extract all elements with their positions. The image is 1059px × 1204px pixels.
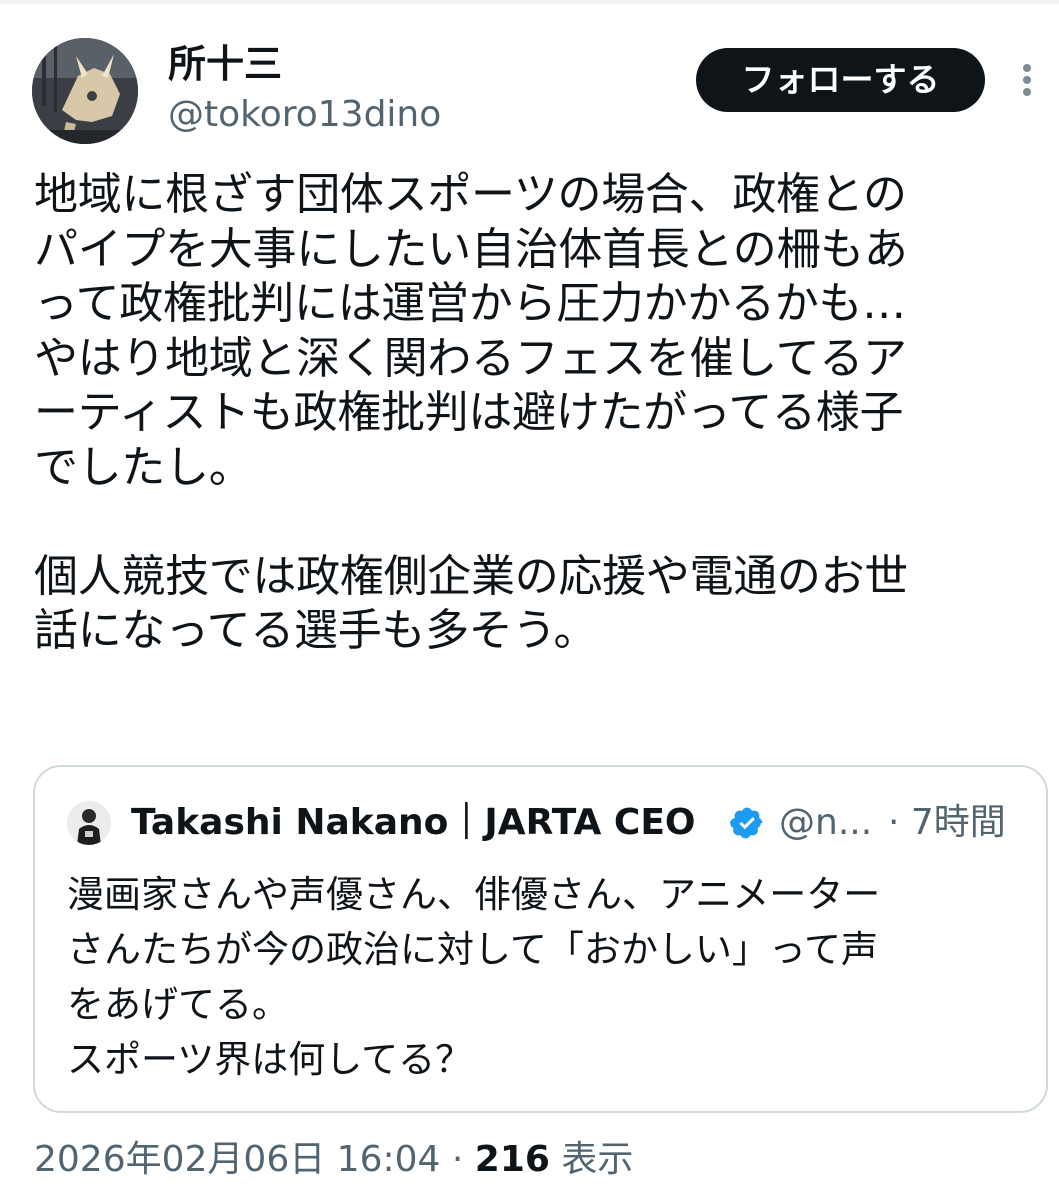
quoted-tweet[interactable]: Takashi Nakano｜JARTA CEO @n... · 7時間 漫画家… <box>33 765 1048 1113</box>
quote-text: 漫画家さんや声優さん、俳優さん、アニメーター さんたちが今の政治に対して「おかし… <box>67 873 881 1081</box>
more-vertical-icon[interactable] <box>1012 60 1042 100</box>
quote-avatar-image <box>67 801 111 845</box>
tweet: 所十三 @tokoro13dino フォローする 地域に根ざす団体スポーツの場合… <box>0 0 1059 1204</box>
follow-button[interactable]: フォローする <box>696 48 985 112</box>
quote-author-name: Takashi Nakano｜JARTA CEO <box>131 802 696 843</box>
quote-author-handle: @n... <box>779 802 873 843</box>
quote-timestamp: · 7時間 <box>888 802 1006 843</box>
meta-separator: · <box>451 1139 464 1180</box>
views-count: 216 <box>474 1139 550 1180</box>
tweet-timestamp[interactable]: 2026年02月06日 16:04 <box>34 1139 440 1180</box>
quote-author-avatar <box>67 801 111 845</box>
verified-badge-icon <box>730 807 763 839</box>
tweet-meta: 2026年02月06日 16:04 · 216 表示 <box>34 1136 633 1184</box>
author-display-name[interactable]: 所十三 <box>168 40 282 88</box>
author-avatar[interactable] <box>32 38 138 144</box>
author-handle[interactable]: @tokoro13dino <box>168 92 441 138</box>
tweet-text: 地域に根ざす団体スポーツの場合、政権との パイプを大事にしたい自治体首長との柵も… <box>34 169 908 656</box>
views-label: 表示 <box>561 1139 634 1180</box>
avatar-image <box>32 38 138 144</box>
